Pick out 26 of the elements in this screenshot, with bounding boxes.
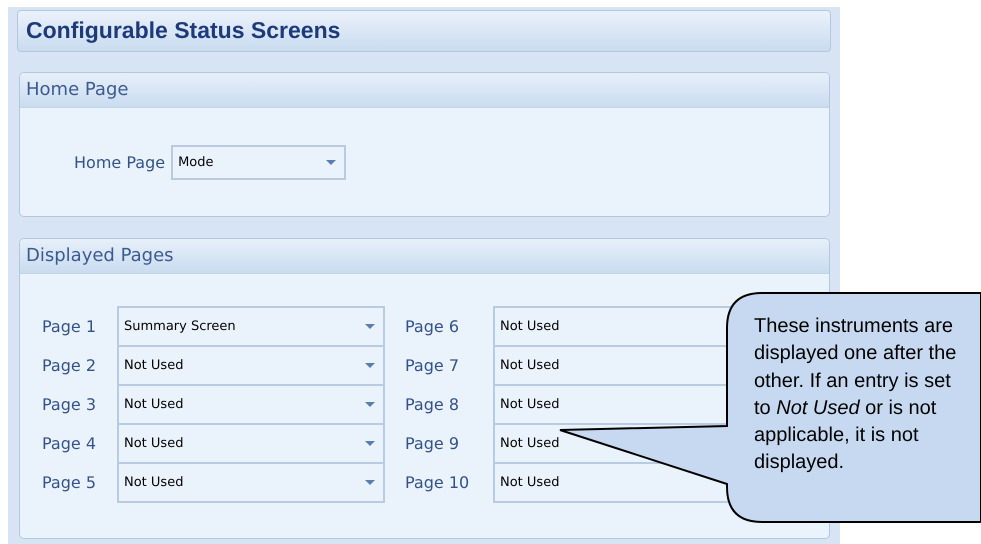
field-label: Page 6	[405, 317, 460, 336]
dropdown[interactable]: Summary Screen	[117, 306, 385, 347]
field-label: Page 10	[405, 473, 470, 492]
caret-icon	[365, 480, 375, 485]
caret-icon	[326, 160, 336, 165]
field-label: Page 9	[405, 434, 460, 453]
field-label: Page 4	[42, 434, 97, 453]
field-label: Page 7	[405, 356, 460, 375]
caret-icon	[365, 402, 375, 407]
group-heading: Home Page	[20, 73, 829, 108]
dropdown[interactable]: Not Used	[117, 345, 385, 386]
field-label: Home Page	[74, 153, 166, 172]
page-title: Configurable Status Screens	[17, 10, 831, 52]
dropdown[interactable]: Not Used	[117, 462, 385, 503]
dropdown[interactable]: Not Used	[117, 423, 385, 464]
caret-icon	[365, 441, 375, 446]
caret-icon	[365, 324, 375, 329]
field-label: Page 2	[42, 356, 97, 375]
dropdown[interactable]: Not Used	[117, 384, 385, 425]
field-label: Page 5	[42, 473, 97, 492]
field-label: Page 8	[405, 395, 460, 414]
field-label: Page 1	[42, 317, 97, 336]
caret-icon	[365, 363, 375, 368]
dropdown[interactable]: Mode	[171, 145, 346, 180]
group-heading: Displayed Pages	[20, 239, 829, 274]
field-label: Page 3	[42, 395, 97, 414]
